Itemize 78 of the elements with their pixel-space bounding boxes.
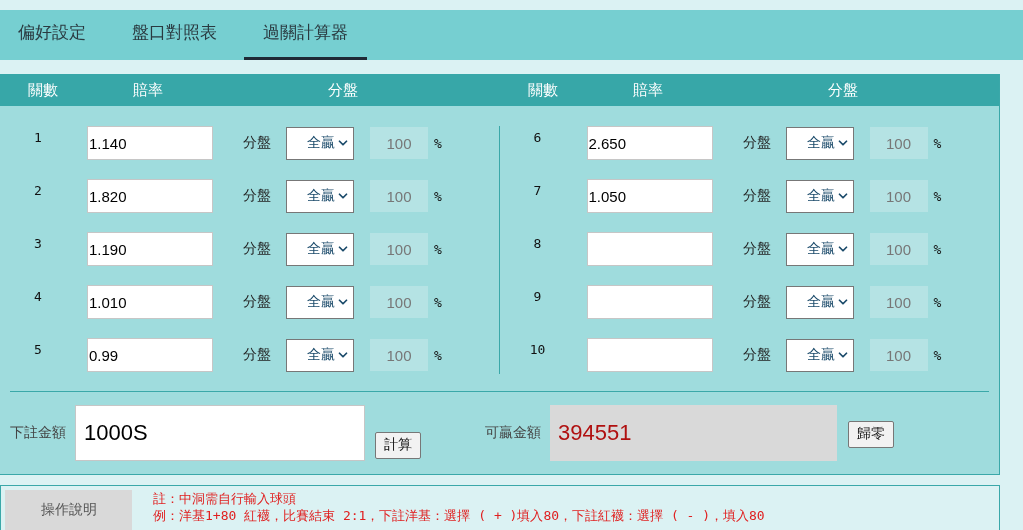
- odds-field[interactable]: [586, 232, 713, 266]
- odds-field[interactable]: [586, 338, 713, 372]
- column-header: 賠率: [133, 80, 163, 100]
- percent-field: 100: [869, 286, 928, 318]
- odds-field[interactable]: 2.650: [586, 126, 713, 160]
- handicap-select[interactable]: 全贏: [286, 232, 354, 266]
- percent-field: 100: [869, 339, 928, 371]
- odds-field[interactable]: 1.820: [87, 179, 213, 213]
- handicap-label: 分盤: [742, 240, 771, 258]
- percent-field: 100: [370, 233, 428, 265]
- leg-number: 10: [528, 342, 547, 357]
- leg-number: 2: [33, 183, 43, 198]
- handicap-label: 分盤: [243, 240, 271, 258]
- column-header: 關數: [28, 80, 58, 100]
- percent-field: 100: [869, 233, 928, 265]
- column-header: 分盤: [328, 80, 358, 100]
- calculate-button[interactable]: 計算: [375, 431, 421, 459]
- odds-field[interactable]: 1.010: [87, 285, 213, 319]
- percent-unit: %: [933, 294, 942, 310]
- percent-unit: %: [933, 188, 942, 204]
- odds-field[interactable]: 1.190: [87, 232, 213, 266]
- handicap-select[interactable]: 全贏: [785, 126, 854, 160]
- tab[interactable]: 過關計算器: [244, 10, 367, 60]
- handicap-select[interactable]: 全贏: [286, 338, 354, 372]
- leg-number: 1: [33, 130, 43, 145]
- percent-field: 100: [370, 180, 428, 212]
- handicap-label: 分盤: [243, 187, 271, 205]
- reset-button[interactable]: 歸零: [848, 420, 894, 448]
- payout-field: 394551: [550, 405, 837, 461]
- handicap-select[interactable]: 全贏: [286, 285, 354, 319]
- leg-number: 7: [532, 183, 543, 198]
- handicap-select[interactable]: 全贏: [785, 285, 854, 319]
- percent-unit: %: [434, 241, 442, 257]
- stake-label: 下註金額: [10, 424, 66, 442]
- handicap-select[interactable]: 全贏: [286, 179, 354, 213]
- percent-unit: %: [933, 135, 942, 151]
- percent-unit: %: [434, 347, 442, 363]
- leg-number: 9: [532, 289, 543, 304]
- handicap-label: 分盤: [742, 187, 771, 205]
- percent-field: 100: [869, 180, 928, 212]
- leg-number: 4: [33, 289, 43, 304]
- percent-field: 100: [869, 127, 928, 159]
- tab[interactable]: 盤口對照表: [132, 10, 217, 60]
- column-header: 分盤: [827, 80, 858, 100]
- percent-field: 100: [370, 286, 428, 318]
- odds-field[interactable]: [586, 285, 713, 319]
- percent-unit: %: [434, 188, 442, 204]
- handicap-label: 分盤: [742, 293, 771, 311]
- percent-field: 100: [370, 339, 428, 371]
- percent-unit: %: [933, 241, 942, 257]
- tab[interactable]: 偏好設定: [18, 10, 86, 60]
- leg-number: 3: [33, 236, 43, 251]
- percent-unit: %: [434, 135, 442, 151]
- handicap-select[interactable]: 全贏: [785, 179, 854, 213]
- note-text: 例：洋基1+80 紅襪，比賽結束 2:1，下註洋基：選擇 ( + )填入80，下註紅襪：選擇 ( - )，填入80: [153, 507, 765, 524]
- column-header: 關數: [527, 80, 558, 100]
- handicap-select[interactable]: 全贏: [785, 338, 854, 372]
- odds-field[interactable]: 1.140: [87, 126, 213, 160]
- percent-field: 100: [370, 127, 428, 159]
- handicap-label: 分盤: [243, 134, 271, 152]
- handicap-select[interactable]: 全贏: [785, 232, 854, 266]
- odds-field[interactable]: 0.99: [87, 338, 213, 372]
- percent-unit: %: [933, 347, 942, 363]
- leg-number: 8: [532, 236, 543, 251]
- note-text: 註：中洞需自行輸入球頭: [153, 490, 297, 507]
- handicap-select[interactable]: 全贏: [286, 126, 354, 160]
- handicap-label: 分盤: [243, 293, 271, 311]
- handicap-label: 分盤: [742, 134, 771, 152]
- leg-number: 6: [532, 130, 543, 145]
- payout-label: 可贏金額: [485, 424, 541, 442]
- instructions-button[interactable]: 操作說明: [5, 490, 132, 530]
- leg-number: 5: [33, 342, 43, 357]
- percent-unit: %: [434, 294, 442, 310]
- column-header: 賠率: [632, 80, 663, 100]
- handicap-label: 分盤: [742, 346, 771, 364]
- odds-field[interactable]: 1.050: [586, 179, 713, 213]
- handicap-label: 分盤: [243, 346, 271, 364]
- stake-field[interactable]: 1000S: [75, 405, 365, 461]
